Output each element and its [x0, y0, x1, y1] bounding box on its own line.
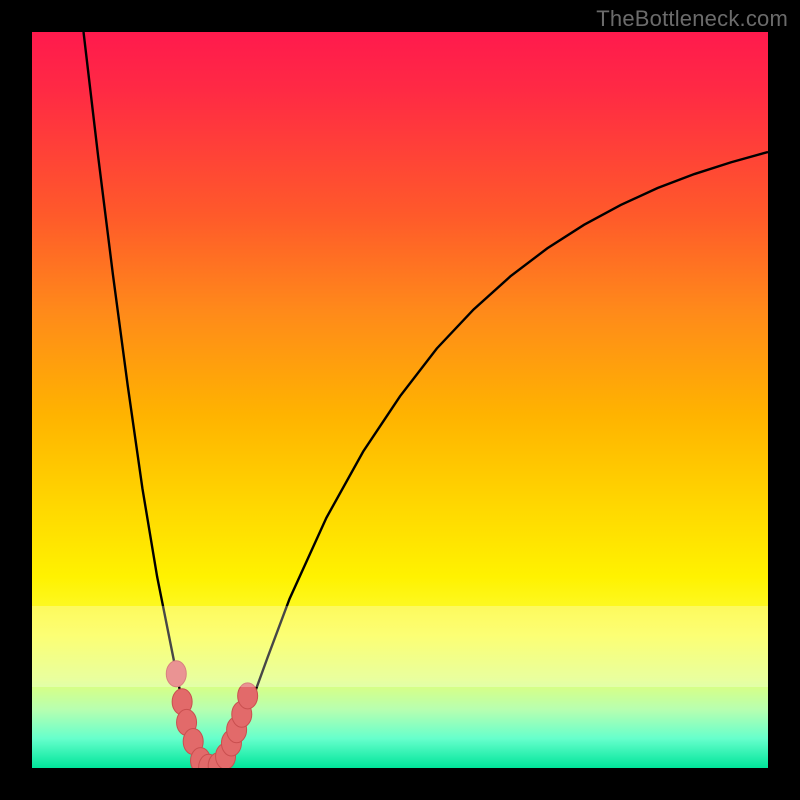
- watermark-text: TheBottleneck.com: [596, 6, 788, 32]
- pale-band: [32, 606, 768, 687]
- plot-area: [32, 32, 768, 768]
- chart-frame: TheBottleneck.com: [0, 0, 800, 800]
